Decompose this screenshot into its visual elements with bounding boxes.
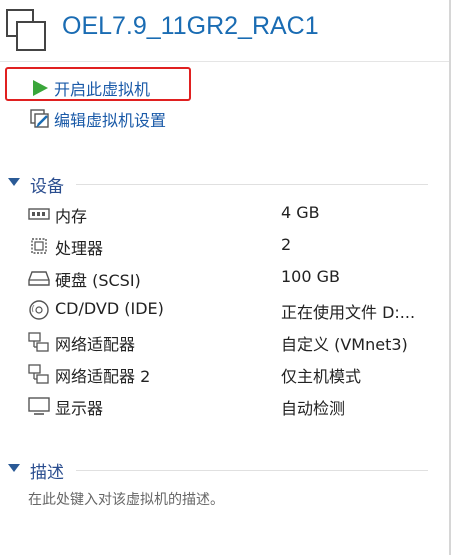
devices-section-header[interactable]: 设备 — [8, 172, 428, 197]
collapse-caret-icon — [8, 464, 20, 472]
cd-dvd-icon — [29, 300, 49, 320]
device-row-hard-disk[interactable]: 硬盘 (SCSI) 100 GB — [28, 265, 433, 291]
device-row-cd-dvd[interactable]: CD/DVD (IDE) 正在使用文件 D:... — [28, 297, 433, 323]
description-section-title: 描述 — [30, 463, 64, 483]
device-row-network-adapter[interactable]: 网络适配器 自定义 (VMnet3) — [28, 329, 433, 355]
device-name: 显示器 — [55, 399, 104, 418]
device-name: 硬盘 (SCSI) — [55, 271, 141, 290]
device-row-memory[interactable]: 内存 4 GB — [28, 201, 433, 227]
network-adapter-icon — [28, 364, 49, 384]
device-value: 100 GB — [281, 267, 340, 286]
edit-settings-icon — [30, 109, 50, 129]
device-name: 内存 — [55, 207, 88, 226]
power-on-vm-button[interactable]: 开启此虚拟机 — [30, 77, 150, 99]
devices-section-title: 设备 — [30, 177, 64, 197]
device-name: 网络适配器 2 — [55, 367, 151, 386]
device-value: 2 — [281, 235, 292, 254]
device-row-network-adapter-2[interactable]: 网络适配器 2 仅主机模式 — [28, 361, 433, 387]
power-on-vm-label: 开启此虚拟机 — [54, 80, 151, 99]
play-icon — [30, 78, 50, 98]
device-row-cpu[interactable]: 处理器 2 — [28, 233, 433, 259]
device-value: 正在使用文件 D:... — [281, 303, 416, 322]
network-adapter-icon — [28, 332, 49, 352]
device-value: 自定义 (VMnet3) — [281, 335, 408, 354]
cpu-icon — [31, 238, 47, 254]
collapse-caret-icon — [8, 178, 20, 186]
device-name: CD/DVD (IDE) — [55, 299, 164, 318]
description-input[interactable]: 在此处键入对该虚拟机的描述。 — [28, 489, 224, 509]
display-icon — [28, 397, 50, 415]
header-divider — [0, 61, 449, 62]
device-value: 4 GB — [281, 203, 320, 222]
vm-title: OEL7.9_11GR2_RAC1 — [62, 12, 319, 40]
section-divider — [76, 470, 428, 471]
device-name: 网络适配器 — [55, 335, 136, 354]
device-row-display[interactable]: 显示器 自动检测 — [28, 393, 433, 419]
description-section-header[interactable]: 描述 — [8, 458, 428, 483]
device-name: 处理器 — [55, 239, 104, 258]
vm-header: OEL7.9_11GR2_RAC1 — [0, 0, 449, 58]
device-value: 仅主机模式 — [281, 367, 362, 386]
section-divider — [76, 184, 428, 185]
memory-icon — [28, 208, 50, 220]
edit-vm-settings-label: 编辑虚拟机设置 — [54, 111, 167, 130]
vm-window-icon — [6, 9, 46, 51]
edit-vm-settings-button[interactable]: 编辑虚拟机设置 — [30, 108, 166, 130]
hard-disk-icon — [28, 271, 50, 286]
device-value: 自动检测 — [281, 399, 346, 418]
